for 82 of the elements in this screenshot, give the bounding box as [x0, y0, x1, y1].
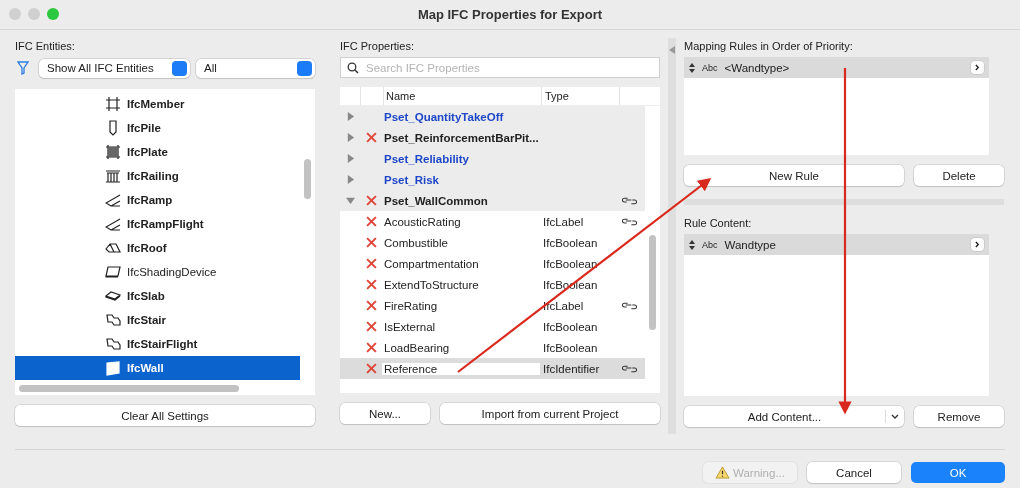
scrollbar-thumb[interactable]: [649, 235, 656, 330]
plate-icon: [105, 144, 121, 160]
panel-label: IFC Entities:: [15, 39, 76, 54]
search-field[interactable]: Search IFC Properties: [340, 57, 660, 78]
window-title: Map IFC Properties for Export: [417, 7, 603, 22]
ok-button[interactable]: OK: [911, 462, 1005, 483]
import-button[interactable]: Import from current Project: [440, 403, 660, 424]
property-type: IfcLabel: [542, 299, 585, 312]
chevron-button[interactable]: [971, 61, 984, 74]
scrollbar-thumb[interactable]: [304, 159, 311, 199]
scope-dropdown[interactable]: All: [196, 58, 315, 78]
entity-name[interactable]: IfcSlab: [127, 290, 165, 302]
property-type: IfcBoolean: [542, 320, 599, 333]
column-header[interactable]: Name: [384, 87, 542, 105]
property-name[interactable]: AcousticRating: [382, 215, 540, 228]
entity-name[interactable]: IfcRampFlight: [127, 218, 204, 230]
stepper-icon: [172, 60, 187, 76]
entity-filter-dropdown[interactable]: Show All IFC Entities: [39, 58, 190, 78]
panel-label: IFC Properties:: [340, 39, 415, 54]
stair-icon: [105, 312, 121, 328]
property-type: IfcBoolean: [542, 257, 599, 270]
disclosure-icon[interactable]: [345, 175, 355, 184]
caret-icon: [891, 414, 899, 419]
column-header[interactable]: Type: [542, 87, 620, 105]
disclosure-icon[interactable]: [345, 196, 355, 205]
entity-name[interactable]: IfcRoof: [127, 242, 167, 254]
content-name[interactable]: Wandtype: [724, 238, 964, 251]
shading-icon: [105, 264, 121, 280]
disclosure-icon[interactable]: [345, 133, 355, 142]
property-name[interactable]: Reference: [382, 362, 540, 375]
chevron-icon: [975, 241, 980, 248]
disclosure-icon[interactable]: [345, 154, 355, 163]
property-name[interactable]: IsExternal: [382, 320, 540, 333]
ramp-icon: [105, 216, 121, 232]
stepper-icon: [297, 60, 312, 76]
entity-name[interactable]: IfcShadingDevice: [127, 266, 217, 278]
sort-icon[interactable]: [689, 62, 695, 73]
sort-icon[interactable]: [689, 239, 695, 250]
add-content-button[interactable]: Add Content...: [684, 406, 904, 427]
wall-icon: [105, 360, 121, 376]
cancel-button[interactable]: Cancel: [807, 462, 901, 483]
text-type-tag: Abc: [702, 239, 718, 250]
property-name[interactable]: ExtendToStructure: [382, 278, 540, 291]
chevron-icon: [975, 64, 980, 71]
entity-name[interactable]: IfcRamp: [127, 194, 173, 206]
chevron-button[interactable]: [971, 238, 984, 251]
clear-settings-button[interactable]: Clear All Settings: [15, 405, 315, 426]
slab-icon: [105, 288, 121, 304]
zoom-button[interactable]: [47, 8, 59, 20]
panel-label: Rule Content:: [684, 216, 753, 231]
collapse-icon[interactable]: [669, 46, 675, 54]
entity-name[interactable]: IfcPlate: [127, 146, 168, 158]
property-name[interactable]: Compartmentation: [382, 257, 540, 270]
entity-name[interactable]: IfcWall: [127, 362, 164, 374]
property-type: IfcLabel: [542, 215, 585, 228]
roof-icon: [105, 240, 121, 256]
property-type: IfcIdentifier: [542, 362, 601, 375]
entity-name[interactable]: IfcMember: [127, 98, 185, 110]
filter-icon: [17, 61, 29, 75]
new-rule-button[interactable]: New Rule: [684, 165, 904, 186]
railing-icon: [105, 168, 121, 184]
remove-button[interactable]: Remove: [914, 406, 1004, 427]
text-type-tag: Abc: [702, 62, 718, 73]
rule-name[interactable]: <Wandtype>: [724, 61, 964, 74]
entity-name[interactable]: IfcStair: [127, 314, 166, 326]
property-type: IfcBoolean: [542, 341, 599, 354]
entity-name[interactable]: IfcStairFlight: [127, 338, 198, 350]
scrollbar-thumb[interactable]: [19, 385, 239, 392]
property-name[interactable]: LoadBearing: [382, 341, 540, 354]
entity-name[interactable]: IfcRailing: [127, 170, 179, 182]
panel-label: Mapping Rules in Order of Priority:: [684, 39, 854, 54]
member-icon: [105, 96, 121, 112]
delete-button[interactable]: Delete: [914, 165, 1004, 186]
stair-icon: [105, 336, 121, 352]
ramp-icon: [105, 192, 121, 208]
new-button[interactable]: New...: [340, 403, 430, 424]
warning-icon: [715, 466, 730, 479]
disclosure-icon[interactable]: [345, 112, 355, 121]
property-name[interactable]: FireRating: [382, 299, 540, 312]
property-name[interactable]: Combustible: [382, 236, 540, 249]
entity-name[interactable]: IfcPile: [127, 122, 161, 134]
property-type: IfcBoolean: [542, 236, 599, 249]
